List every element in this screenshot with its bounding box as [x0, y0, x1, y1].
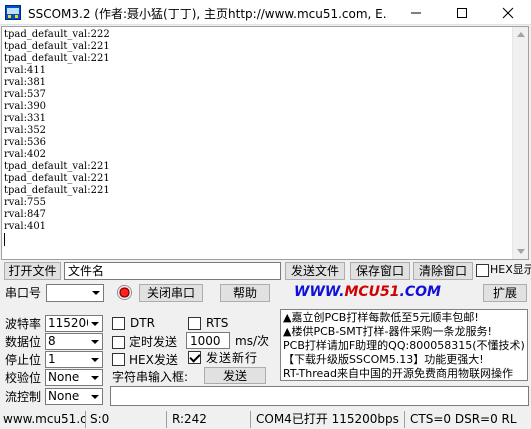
close-port-button[interactable]: 关闭串口: [139, 284, 203, 302]
status-port-info: COM4已打开 115200bps: [253, 411, 405, 428]
timed-send-label: 定时发送: [129, 335, 178, 349]
promo-panel[interactable]: ▲嘉立创PCB打样每款低至5元顺丰包邮! ▲楼供PCB-SMT打样-器件采购一条…: [280, 309, 528, 381]
dtr-checkbox[interactable]: [112, 317, 125, 330]
rts-checkbox[interactable]: [188, 317, 201, 330]
terminal-line: rval:390: [4, 101, 47, 112]
stop-bits-select[interactable]: 1: [45, 351, 103, 368]
promo-line-5[interactable]: RT-Thread来自中国的开源免费商用物联网操作: [283, 367, 513, 380]
receive-terminal[interactable]: tpad_default_val:222 tpad_default_val:221…: [1, 26, 529, 260]
file-name-field[interactable]: 文件名: [64, 262, 281, 280]
port-label: 串口号: [5, 286, 42, 300]
chevron-down-icon[interactable]: [88, 334, 102, 349]
interval-field[interactable]: 1000: [186, 332, 230, 349]
promo-line-1[interactable]: ▲嘉立创PCB打样每款低至5元顺丰包邮!: [283, 311, 479, 325]
flow-control-label: 流控制: [5, 390, 42, 404]
chevron-down-icon[interactable]: [88, 389, 102, 404]
terminal-line: rval:352: [4, 125, 47, 136]
close-icon: [502, 7, 514, 19]
terminal-line: tpad_default_val:221: [4, 41, 110, 52]
help-button[interactable]: 帮助: [220, 284, 270, 302]
hex-send-label: HEX发送: [129, 353, 178, 367]
chevron-down-icon[interactable]: [88, 370, 102, 385]
open-file-button[interactable]: 打开文件: [4, 262, 61, 280]
rts-label: RTS: [206, 316, 229, 330]
terminal-line: tpad_default_val:222: [4, 29, 110, 40]
close-button[interactable]: [485, 0, 531, 25]
terminal-line: rval:536: [4, 137, 47, 148]
terminal-line: tpad_default_val:221: [4, 53, 110, 64]
status-website[interactable]: www.mcu51.com: [0, 411, 86, 428]
sscom-app-icon: [5, 5, 21, 20]
interval-unit-label: ms/次: [235, 334, 269, 348]
promo-line-4[interactable]: 【下载升级版SSCOM5.13】功能更强大!: [283, 353, 484, 367]
port-select[interactable]: [46, 284, 104, 302]
send-file-button[interactable]: 发送文件: [285, 262, 345, 280]
terminal-line: tpad_default_val:221: [4, 173, 110, 184]
maximize-icon: [457, 8, 467, 18]
data-bits-label: 数据位: [5, 335, 42, 349]
timed-send-checkbox[interactable]: [112, 336, 125, 349]
terminal-line: tpad_default_val:221: [4, 161, 110, 172]
baud-rate-value: 115200: [48, 316, 94, 330]
port-status-indicator-icon: [117, 285, 132, 300]
scroll-down-icon[interactable]: [517, 249, 525, 254]
terminal-line: rval:847: [4, 209, 47, 220]
terminal-line: rval:401: [4, 221, 47, 232]
mcu51-logo[interactable]: WWW.MCU51.COM: [294, 284, 441, 300]
chevron-down-icon[interactable]: [89, 285, 103, 301]
data-bits-value: 8: [48, 334, 56, 348]
clear-window-button[interactable]: 清除窗口: [413, 262, 473, 280]
minimize-icon: [411, 12, 421, 14]
terminal-output: tpad_default_val:222 tpad_default_val:221…: [4, 29, 510, 246]
status-received-count: R:242: [169, 411, 251, 428]
terminal-line: rval:537: [4, 89, 47, 100]
send-newline-checkbox[interactable]: [188, 351, 201, 364]
status-signals: CTS=0 DSR=0 RL: [410, 412, 517, 426]
window-title: SSCOM3.2 (作者:聂小猛(丁丁), 主页http://www.mcu51…: [28, 7, 388, 21]
maximize-button[interactable]: [439, 0, 485, 25]
stop-bits-label: 停止位: [5, 353, 42, 367]
terminal-line: rval:381: [4, 77, 47, 88]
chevron-down-icon[interactable]: [88, 316, 102, 331]
baud-rate-select[interactable]: 115200: [45, 315, 103, 332]
terminal-line: rval:402: [4, 149, 47, 160]
string-input-label: 字符串输入框:: [112, 370, 189, 384]
hex-send-checkbox[interactable]: [112, 353, 125, 366]
status-sent-count: S:0: [87, 411, 167, 428]
title-bar: SSCOM3.2 (作者:聂小猛(丁丁), 主页http://www.mcu51…: [0, 0, 531, 25]
send-input-field[interactable]: [110, 386, 529, 406]
promo-line-3[interactable]: PCB打样请加F助理的QQ:800058315(不懂技术): [283, 339, 525, 353]
parity-value: None: [48, 370, 80, 384]
terminal-line: tpad_default_val:221: [4, 185, 110, 196]
baud-rate-label: 波特率: [5, 317, 42, 331]
data-bits-select[interactable]: 8: [45, 333, 103, 350]
terminal-line: rval:755: [4, 197, 47, 208]
flow-control-select[interactable]: None: [45, 388, 103, 405]
hex-display-checkbox[interactable]: [476, 264, 489, 277]
stop-bits-value: 1: [48, 352, 56, 366]
flow-control-value: None: [48, 389, 80, 403]
dtr-label: DTR: [130, 316, 155, 330]
chevron-down-icon[interactable]: [88, 352, 102, 367]
hex-display-label: HEX显示: [490, 263, 531, 276]
text-cursor: [4, 233, 5, 246]
promo-line-2[interactable]: ▲楼供PCB-SMT打样-器件采购一条龙服务!: [283, 325, 492, 339]
send-newline-label: 发送新行: [206, 351, 259, 365]
minimize-button[interactable]: [393, 0, 439, 25]
parity-label: 校验位: [5, 371, 42, 385]
status-bar: www.mcu51.com S:0 R:242 COM4已打开 115200bp…: [0, 410, 531, 429]
scroll-up-icon[interactable]: [517, 32, 525, 37]
expand-button[interactable]: 扩展: [483, 284, 527, 302]
save-window-button[interactable]: 保存窗口: [350, 262, 410, 280]
terminal-line: rval:331: [4, 113, 47, 124]
send-button[interactable]: 发送: [204, 367, 266, 384]
terminal-line: rval:411: [4, 65, 47, 76]
parity-select[interactable]: None: [45, 369, 103, 386]
terminal-scrollbar[interactable]: [512, 27, 528, 259]
